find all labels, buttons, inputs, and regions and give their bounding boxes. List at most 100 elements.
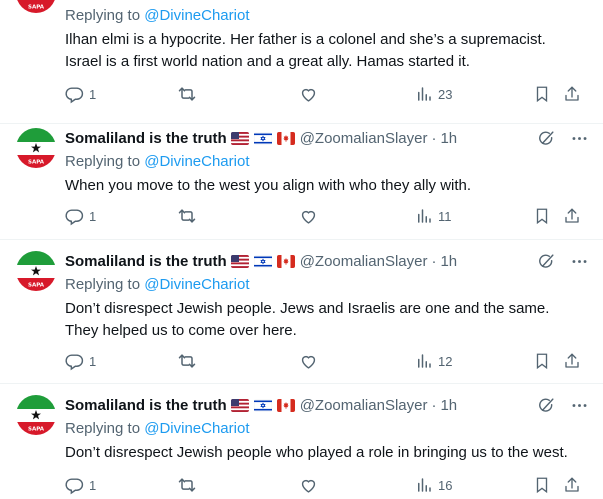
- avatar-badge: SAPA: [28, 5, 45, 11]
- retweet-icon: [177, 206, 197, 226]
- share-button[interactable]: [563, 83, 581, 105]
- reply-icon: [65, 476, 84, 495]
- tweet-2[interactable]: SAPA Somaliland is the truth @ZoomalianS…: [0, 124, 603, 240]
- separator-dot: ·: [431, 129, 437, 147]
- replying-to: Replying to @DivineChariot: [65, 153, 250, 170]
- retweet-icon: [177, 475, 197, 495]
- views-icon: [415, 207, 433, 225]
- replying-to-handle-link[interactable]: @DivineChariot: [144, 153, 249, 170]
- retweet-button[interactable]: [177, 83, 197, 105]
- display-name[interactable]: Somaliland is the truth: [65, 253, 227, 270]
- replying-to: Replying to @DivineChariot: [65, 420, 250, 437]
- reply-count: 1: [89, 86, 97, 102]
- replying-to: Replying to @DivineChariot: [65, 7, 250, 24]
- share-button[interactable]: [563, 474, 581, 496]
- share-button[interactable]: [563, 350, 581, 372]
- tweet-header: Somaliland is the truth @ZoomalianSlayer…: [65, 395, 589, 415]
- bookmark-icon: [533, 476, 551, 494]
- tweet-4[interactable]: SAPA Somaliland is the truth @ZoomalianS…: [0, 384, 603, 499]
- canada-flag-icon: [276, 254, 295, 268]
- like-button[interactable]: [299, 474, 318, 496]
- timestamp[interactable]: 1h: [440, 397, 457, 414]
- grok-icon[interactable]: [537, 129, 556, 148]
- tweet-1[interactable]: SAPA Replying to @DivineChariot Ilhan el…: [0, 0, 603, 124]
- avatar-badge: SAPA: [28, 160, 45, 166]
- tweet-header: Somaliland is the truth @ZoomalianSlayer…: [65, 128, 589, 148]
- timestamp[interactable]: 1h: [440, 253, 457, 270]
- bookmark-button[interactable]: [533, 350, 551, 372]
- retweet-button[interactable]: [177, 350, 197, 372]
- us-flag-icon: [230, 398, 249, 412]
- views-button[interactable]: 12: [415, 350, 452, 372]
- views-count: 11: [438, 208, 452, 224]
- israel-flag-icon: [253, 131, 272, 145]
- views-count: 12: [438, 353, 453, 369]
- canada-flag-icon: [276, 131, 295, 145]
- views-icon: [415, 85, 433, 103]
- avatar[interactable]: SAPA: [16, 251, 56, 291]
- tweet-text-line: Israel is a first world nation and a gre…: [65, 53, 470, 70]
- user-handle[interactable]: @ZoomalianSlayer: [300, 253, 428, 270]
- flags: [230, 398, 300, 412]
- more-icon[interactable]: [570, 396, 589, 415]
- user-handle[interactable]: @ZoomalianSlayer: [300, 130, 428, 147]
- bookmark-icon: [533, 85, 551, 103]
- us-flag-icon: [230, 131, 249, 145]
- reply-count: 1: [89, 353, 97, 369]
- bookmark-button[interactable]: [533, 83, 551, 105]
- reply-button[interactable]: 1: [65, 474, 96, 496]
- views-icon: [415, 476, 433, 494]
- retweet-button[interactable]: [177, 474, 197, 496]
- reply-button[interactable]: 1: [65, 350, 96, 372]
- more-icon[interactable]: [570, 252, 589, 271]
- us-flag-icon: [230, 254, 249, 268]
- share-icon: [563, 352, 581, 370]
- share-icon: [563, 476, 581, 494]
- views-button[interactable]: 16: [415, 474, 452, 496]
- views-button[interactable]: 11: [415, 205, 452, 227]
- avatar[interactable]: SAPA: [16, 128, 56, 168]
- views-icon: [415, 352, 433, 370]
- canada-flag-icon: [276, 398, 295, 412]
- display-name[interactable]: Somaliland is the truth: [65, 397, 227, 414]
- like-icon: [299, 207, 318, 226]
- reply-icon: [65, 207, 84, 226]
- more-icon[interactable]: [570, 129, 589, 148]
- reply-button[interactable]: 1: [65, 83, 96, 105]
- bookmark-icon: [533, 352, 551, 370]
- retweet-icon: [177, 351, 197, 371]
- flags: [230, 131, 300, 145]
- avatar-badge: SAPA: [28, 427, 45, 433]
- like-button[interactable]: [299, 205, 318, 227]
- replying-to-handle-link[interactable]: @DivineChariot: [144, 276, 249, 293]
- tweet-header: Somaliland is the truth @ZoomalianSlayer…: [65, 251, 589, 271]
- reply-icon: [65, 352, 84, 371]
- user-handle[interactable]: @ZoomalianSlayer: [300, 397, 428, 414]
- retweet-button[interactable]: [177, 205, 197, 227]
- tweet-text-line: They helped us to come over here.: [65, 322, 297, 339]
- like-button[interactable]: [299, 350, 318, 372]
- share-button[interactable]: [563, 205, 581, 227]
- like-button[interactable]: [299, 83, 318, 105]
- views-button[interactable]: 23: [415, 83, 452, 105]
- grok-icon[interactable]: [537, 252, 556, 271]
- reply-count: 1: [89, 477, 97, 493]
- like-icon: [299, 476, 318, 495]
- flags: [230, 254, 300, 268]
- replying-to-handle-link[interactable]: @DivineChariot: [144, 7, 249, 24]
- separator-dot: ·: [431, 252, 437, 270]
- avatar[interactable]: SAPA: [16, 0, 56, 13]
- share-icon: [563, 85, 581, 103]
- grok-icon[interactable]: [537, 396, 556, 415]
- tweet-text-line: Don’t disrespect Jewish people. Jews and…: [65, 300, 550, 317]
- tweet-3[interactable]: SAPA Somaliland is the truth @ZoomalianS…: [0, 240, 603, 384]
- reply-button[interactable]: 1: [65, 205, 96, 227]
- avatar[interactable]: SAPA: [16, 395, 56, 435]
- replying-to-handle-link[interactable]: @DivineChariot: [144, 420, 249, 437]
- timestamp[interactable]: 1h: [440, 130, 457, 147]
- israel-flag-icon: [253, 398, 272, 412]
- display-name[interactable]: Somaliland is the truth: [65, 130, 227, 147]
- views-count: 16: [438, 477, 453, 493]
- bookmark-button[interactable]: [533, 474, 551, 496]
- bookmark-button[interactable]: [533, 205, 551, 227]
